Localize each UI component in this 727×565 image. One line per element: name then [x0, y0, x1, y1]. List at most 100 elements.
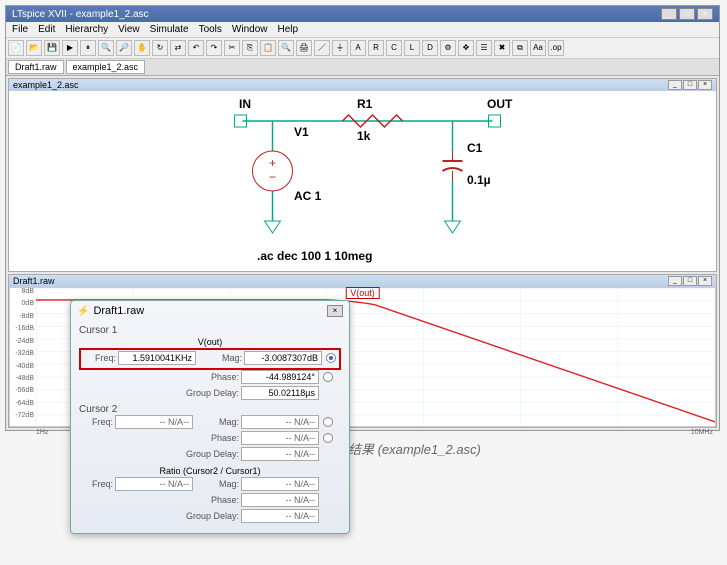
- menu-tools[interactable]: Tools: [199, 24, 222, 35]
- menu-edit[interactable]: Edit: [38, 24, 55, 35]
- schematic-window: example1_2.asc _□× + −: [8, 78, 717, 272]
- highlight-box: Freq: 1.5910041KHz Mag: -3.0087307dB: [79, 348, 341, 370]
- sch-max-icon[interactable]: □: [683, 80, 697, 90]
- tool-cut-icon[interactable]: ✂: [224, 40, 240, 56]
- tool-gnd-icon[interactable]: ⏚: [332, 40, 348, 56]
- tool-spice-icon[interactable]: .op: [548, 40, 564, 56]
- mag2-label: Mag:: [195, 417, 239, 427]
- tool-print-icon[interactable]: 🖨: [296, 40, 312, 56]
- y-axis[interactable]: 8dB 0dB -8dB -16dB -24dB -32dB -40dB -48…: [10, 288, 36, 426]
- v1-value[interactable]: AC 1: [294, 189, 321, 203]
- net-out[interactable]: OUT: [487, 97, 512, 111]
- tool-text-icon[interactable]: Aa: [530, 40, 546, 56]
- tool-undo-icon[interactable]: ↶: [188, 40, 204, 56]
- net-in[interactable]: IN: [239, 97, 251, 111]
- cursor-dialog[interactable]: ⚡ Draft1.raw × Cursor 1 V(out) Freq: 1.5…: [70, 300, 350, 534]
- menu-window[interactable]: Window: [232, 24, 268, 35]
- ratio-gd[interactable]: -- N/A--: [241, 509, 319, 523]
- tool-zoom-in-icon[interactable]: 🔍: [98, 40, 114, 56]
- c1-value[interactable]: 0.1µ: [467, 173, 491, 187]
- tool-zoom-out-icon[interactable]: 🔎: [116, 40, 132, 56]
- minimize-button[interactable]: _: [661, 8, 677, 20]
- cursor2-phase-radio[interactable]: [323, 433, 333, 443]
- cursor1-phase-radio[interactable]: [323, 372, 333, 382]
- cursor1-row: Freq: 1.5910041KHz Mag: -3.0087307dB: [82, 351, 338, 365]
- cursor2-mag[interactable]: -- N/A--: [241, 415, 319, 429]
- cursor-title: Draft1.raw: [93, 305, 323, 317]
- plot-close-icon[interactable]: ×: [698, 276, 712, 286]
- cursor2-freq[interactable]: -- N/A--: [115, 415, 193, 429]
- menu-simulate[interactable]: Simulate: [150, 24, 189, 35]
- tool-stop-icon[interactable]: ⏸: [80, 40, 96, 56]
- cursor1-mag[interactable]: -3.0087307dB: [244, 351, 322, 365]
- freq-label: Freq:: [82, 353, 116, 363]
- ratio-phase[interactable]: -- N/A--: [241, 493, 319, 507]
- ratio-label: Ratio (Cursor2 / Cursor1): [79, 465, 341, 477]
- sch-close-icon[interactable]: ×: [698, 80, 712, 90]
- v1-name[interactable]: V1: [294, 125, 309, 139]
- cursor1-gd[interactable]: 50.02118µs: [241, 386, 319, 400]
- tool-wire-icon[interactable]: ／: [314, 40, 330, 56]
- phase3-label: Phase:: [195, 495, 239, 505]
- tab-draft[interactable]: Draft1.raw: [8, 60, 64, 74]
- tool-copy-icon[interactable]: ⎘: [242, 40, 258, 56]
- r1-value[interactable]: 1k: [357, 129, 370, 143]
- maximize-button[interactable]: □: [679, 8, 695, 20]
- tool-paste-icon[interactable]: 📋: [260, 40, 276, 56]
- ratio-phase-row: Phase: -- N/A--: [79, 493, 341, 507]
- spice-directive[interactable]: .ac dec 100 1 10meg: [257, 249, 372, 263]
- cursor-body: Cursor 1 V(out) Freq: 1.5910041KHz Mag: …: [71, 321, 349, 533]
- tool-open-icon[interactable]: 📂: [26, 40, 42, 56]
- plot-min-icon[interactable]: _: [668, 276, 682, 286]
- tool-duplicate-icon[interactable]: ⧉: [512, 40, 528, 56]
- tool-mirror-icon[interactable]: ⇄: [170, 40, 186, 56]
- tool-find-icon[interactable]: 🔍: [278, 40, 294, 56]
- cursor2-phase[interactable]: -- N/A--: [241, 431, 319, 445]
- tool-drag-icon[interactable]: ☰: [476, 40, 492, 56]
- doc-tabs: Draft1.raw example1_2.asc: [6, 59, 719, 76]
- tool-save-icon[interactable]: 💾: [44, 40, 60, 56]
- tool-move-icon[interactable]: ✥: [458, 40, 474, 56]
- tool-diode-icon[interactable]: D: [422, 40, 438, 56]
- sch-min-icon[interactable]: _: [668, 80, 682, 90]
- cursor-close-icon[interactable]: ×: [327, 305, 343, 317]
- plot-max-icon[interactable]: □: [683, 276, 697, 286]
- tool-res-icon[interactable]: R: [368, 40, 384, 56]
- cursor1-trace: V(out): [79, 336, 341, 348]
- xtick: 10MHz: [691, 429, 713, 436]
- window-buttons: _ □ ×: [661, 8, 713, 20]
- tool-run-icon[interactable]: ▶: [62, 40, 78, 56]
- menu-hierarchy[interactable]: Hierarchy: [65, 24, 108, 35]
- tool-cap-icon[interactable]: C: [386, 40, 402, 56]
- ytick: -32dB: [15, 350, 34, 357]
- menu-view[interactable]: View: [118, 24, 140, 35]
- schematic-canvas[interactable]: + − IN OUT V1 AC 1 R1 1k C1 0.1µ .ac dec: [9, 91, 716, 271]
- tool-delete-icon[interactable]: ✖: [494, 40, 510, 56]
- cursor1-freq[interactable]: 1.5910041KHz: [118, 351, 196, 365]
- cursor-titlebar[interactable]: ⚡ Draft1.raw ×: [71, 301, 349, 321]
- cursor1-phase[interactable]: -44.989124°: [241, 370, 319, 384]
- cursor2-radio[interactable]: [323, 417, 333, 427]
- c1-name[interactable]: C1: [467, 141, 482, 155]
- tool-label-icon[interactable]: A: [350, 40, 366, 56]
- menu-bar: File Edit Hierarchy View Simulate Tools …: [6, 22, 719, 38]
- ratio-freq[interactable]: -- N/A--: [115, 477, 193, 491]
- app-title: LTspice XVII - example1_2.asc: [12, 9, 661, 20]
- ratio-mag[interactable]: -- N/A--: [241, 477, 319, 491]
- tool-new-icon[interactable]: 📄: [8, 40, 24, 56]
- tool-component-icon[interactable]: ⚙: [440, 40, 456, 56]
- tool-ind-icon[interactable]: L: [404, 40, 420, 56]
- tab-example[interactable]: example1_2.asc: [66, 60, 146, 74]
- ytick: 0dB: [22, 300, 34, 307]
- freq3-label: Freq:: [79, 479, 113, 489]
- tool-redo-icon[interactable]: ↷: [206, 40, 222, 56]
- menu-file[interactable]: File: [12, 24, 28, 35]
- toolbar: 📄 📂 💾 ▶ ⏸ 🔍 🔎 ✋ ↻ ⇄ ↶ ↷ ✂ ⎘ 📋 🔍 🖨 ／ ⏚ A …: [6, 38, 719, 59]
- cursor1-radio[interactable]: [326, 353, 336, 363]
- tool-pan-icon[interactable]: ✋: [134, 40, 150, 56]
- menu-help[interactable]: Help: [278, 24, 299, 35]
- tool-rotate-icon[interactable]: ↻: [152, 40, 168, 56]
- close-button[interactable]: ×: [697, 8, 713, 20]
- cursor2-gd[interactable]: -- N/A--: [241, 447, 319, 461]
- r1-name[interactable]: R1: [357, 97, 372, 111]
